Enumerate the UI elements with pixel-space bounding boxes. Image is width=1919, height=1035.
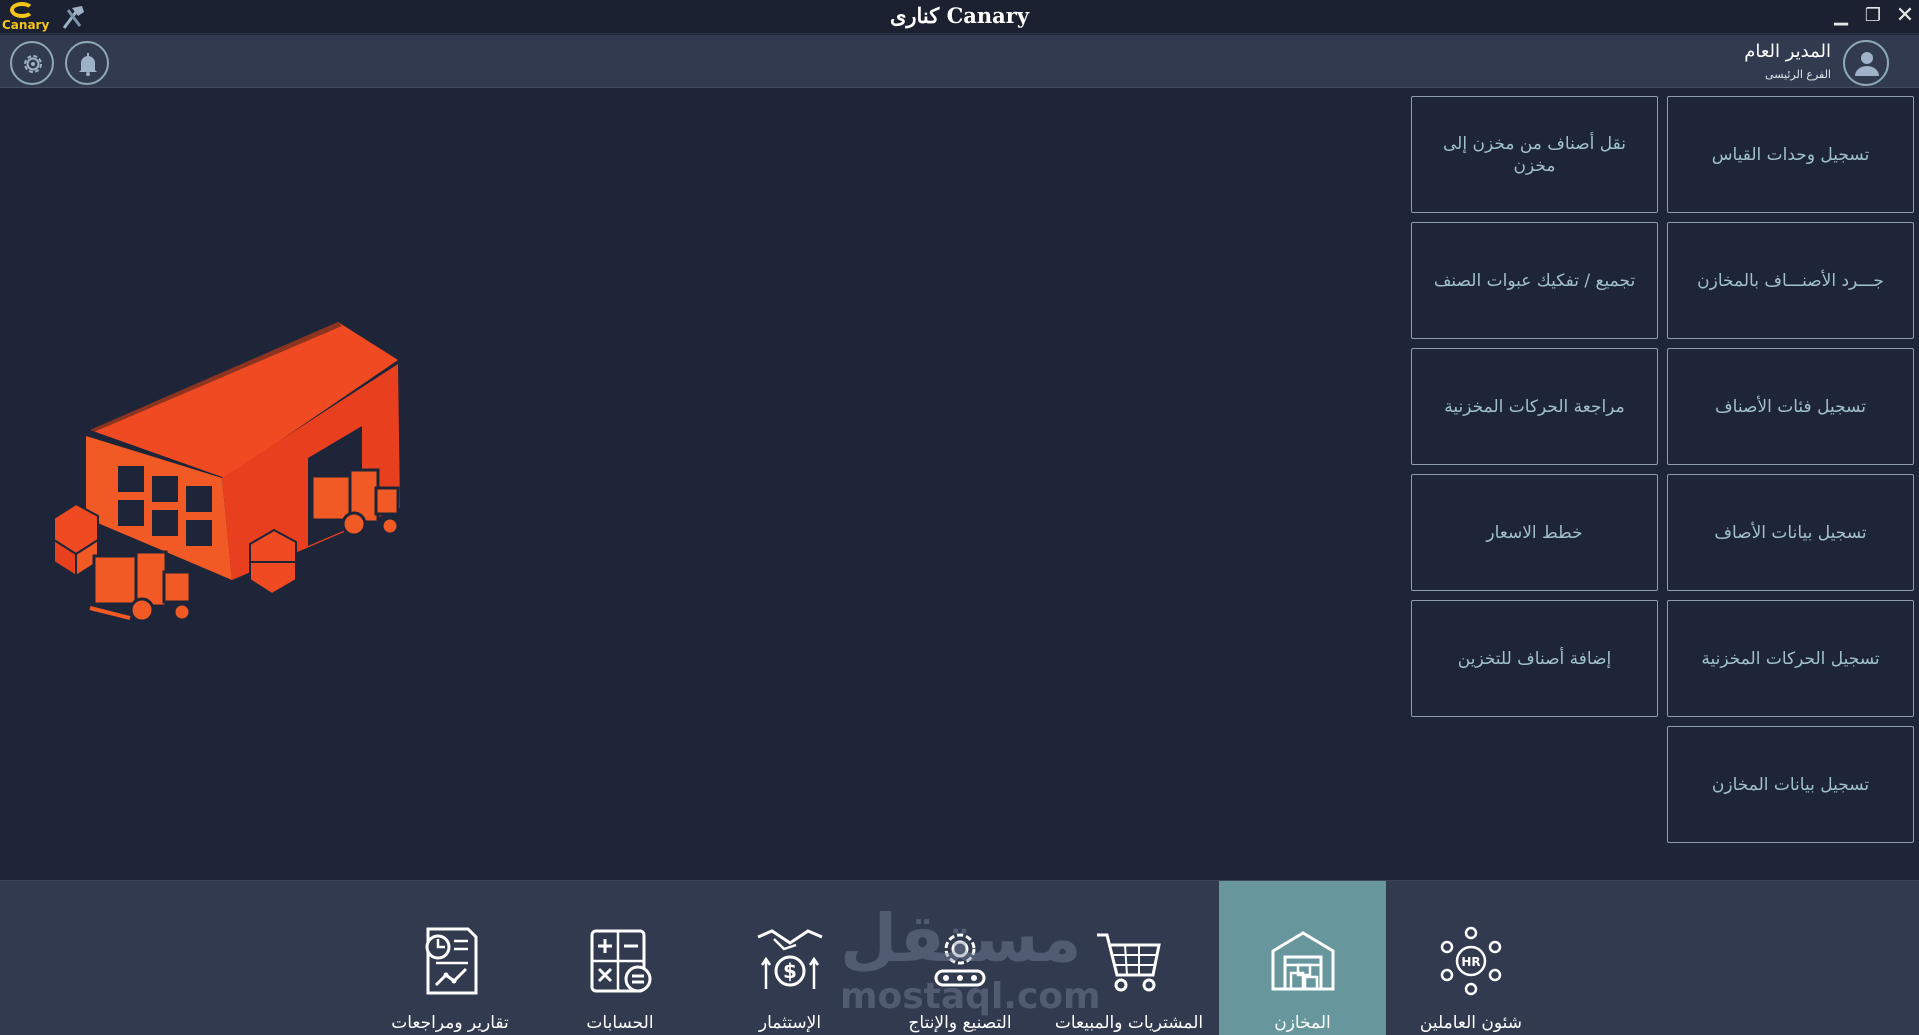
app-title: كنارى Canary <box>889 3 1030 28</box>
minimize-button[interactable]: ▁ <box>1828 4 1854 28</box>
nav-accounts[interactable]: الحسابات <box>536 881 704 1035</box>
user-icon <box>1855 52 1879 76</box>
menu-assemble-packages[interactable]: تجميع / تفكيك عبوات الصنف <box>1411 222 1658 339</box>
header-bar: المدير العام الفرع الرئيسى <box>0 35 1919 88</box>
menu-add-items-storage[interactable]: إضافة أصناف للتخزين <box>1411 600 1658 717</box>
warehouse-icon <box>1271 931 1334 991</box>
calculator-icon <box>590 929 652 993</box>
menu-units-of-measure[interactable]: تسجيل وحدات القياس <box>1667 96 1914 213</box>
user-name: المدير العام <box>1744 41 1831 62</box>
svg-text:HR: HR <box>1461 955 1480 969</box>
nav-manufacturing[interactable]: التصنيع والإنتاج <box>876 881 1044 1035</box>
user-avatar[interactable] <box>1843 40 1889 86</box>
maximize-button[interactable]: ❐ <box>1860 4 1886 28</box>
menu-record-movements[interactable]: تسجيل الحركات المخزنية <box>1667 600 1914 717</box>
bottom-navigation: HR شئون العاملين المخازن المشتريات والمب… <box>0 880 1919 1035</box>
bell-icon <box>79 53 97 76</box>
menu-inventory-count[interactable]: جـــرد الأصنـــاف بالمخازن <box>1667 222 1914 339</box>
close-button[interactable]: ✕ <box>1892 4 1918 28</box>
gear-conveyor-icon <box>934 933 986 987</box>
nav-reports[interactable]: تقارير ومراجعات <box>366 881 534 1035</box>
warehouse-illustration-icon <box>53 322 400 623</box>
settings-button[interactable] <box>10 41 54 85</box>
svg-text:$: $ <box>783 959 797 983</box>
gear-icon <box>24 55 42 73</box>
branch-name: الفرع الرئيسى <box>1765 68 1831 81</box>
menu-price-plans[interactable]: خطط الاسعار <box>1411 474 1658 591</box>
nav-warehouses[interactable]: المخازن <box>1219 881 1386 1035</box>
nav-investment[interactable]: $ الإستثمار <box>706 881 874 1035</box>
nav-hr[interactable]: HR شئون العاملين <box>1387 881 1555 1035</box>
report-icon <box>425 927 478 995</box>
menu-review-movements[interactable]: مراجعة الحركات المخزنية <box>1411 348 1658 465</box>
menu-item-categories[interactable]: تسجيل فئات الأصناف <box>1667 348 1914 465</box>
notifications-button[interactable] <box>65 41 109 85</box>
investment-icon: $ <box>757 929 823 989</box>
nav-purchases-sales[interactable]: المشتريات والمبيعات <box>1045 881 1213 1035</box>
menu-item-data[interactable]: تسجيل بيانات الأصاف <box>1667 474 1914 591</box>
cart-icon <box>1097 933 1161 992</box>
menu-transfer-items[interactable]: نقل أصناف من مخزن إلى مخزن <box>1411 96 1658 213</box>
title-bar: Canary كنارى Canary ▁ ❐ ✕ <box>0 0 1919 34</box>
menu-warehouse-data[interactable]: تسجيل بيانات المخازن <box>1667 726 1914 843</box>
hr-icon: HR <box>1440 926 1502 996</box>
